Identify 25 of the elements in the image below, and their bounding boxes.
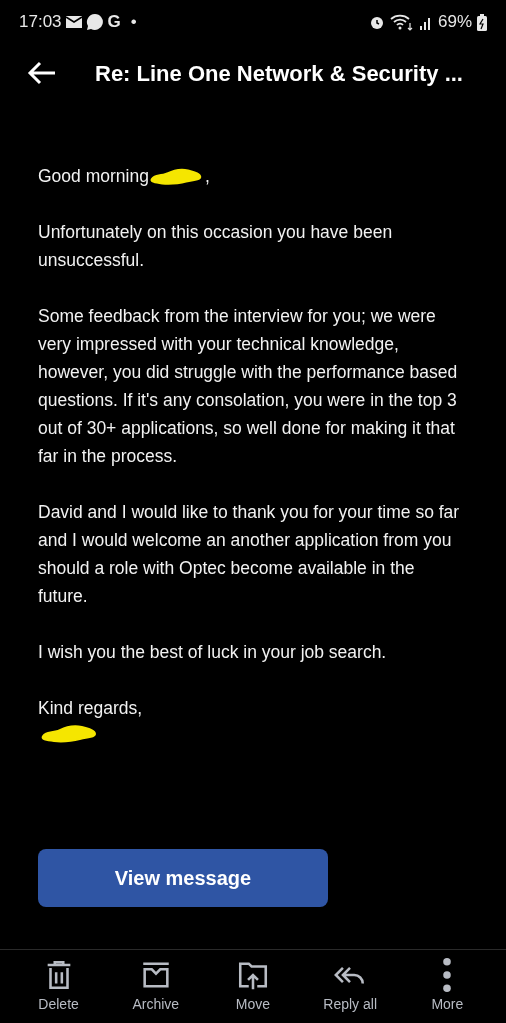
view-message-button[interactable]: View message — [38, 849, 328, 907]
message-paragraph: I wish you the best of luck in your job search. — [38, 641, 388, 664]
status-dot: • — [130, 11, 137, 34]
notification-letter: G — [107, 11, 121, 34]
wifi-icon — [389, 13, 414, 31]
message-paragraph: Unfortunately on this occasion you have been unsuccessful. — [38, 221, 394, 272]
greeting-comma: , — [204, 165, 210, 188]
toolbar-button[interactable]: Delete — [13, 958, 104, 1015]
mail-icon — [65, 15, 82, 29]
sign-off: Kind regards, — [38, 697, 144, 720]
email-subject: Re: Line One Network & Security ... — [95, 59, 463, 88]
message-paragraph: David and I would like to thank you for your time so far and I would welcome an another application from you should a role with Optec become available in the future. — [38, 501, 461, 608]
toolbar-button[interactable]: Reply all — [305, 958, 396, 1015]
toolbar-button[interactable]: Move — [207, 958, 298, 1015]
toolbar-button[interactable]: More — [402, 958, 493, 1015]
alarm-icon — [368, 14, 385, 30]
battery-percentage: 69% — [437, 11, 472, 34]
more-icon — [443, 958, 452, 992]
greeting: Good morning — [38, 165, 149, 188]
toolbar-button[interactable]: Archive — [110, 958, 201, 1015]
battery-icon — [477, 13, 487, 31]
chat-icon — [85, 13, 104, 31]
back-arrow-icon — [27, 61, 57, 85]
status-time: 17:03 — [19, 11, 62, 34]
message-paragraph: Some feedback from the interview for you; we were very impressed with your technical knowledge, however, you did struggle with the performance based questions. If it's any consolation, you were in the top 3 out of 30+ applications, so well done for making it that far in the process. — [38, 305, 459, 468]
